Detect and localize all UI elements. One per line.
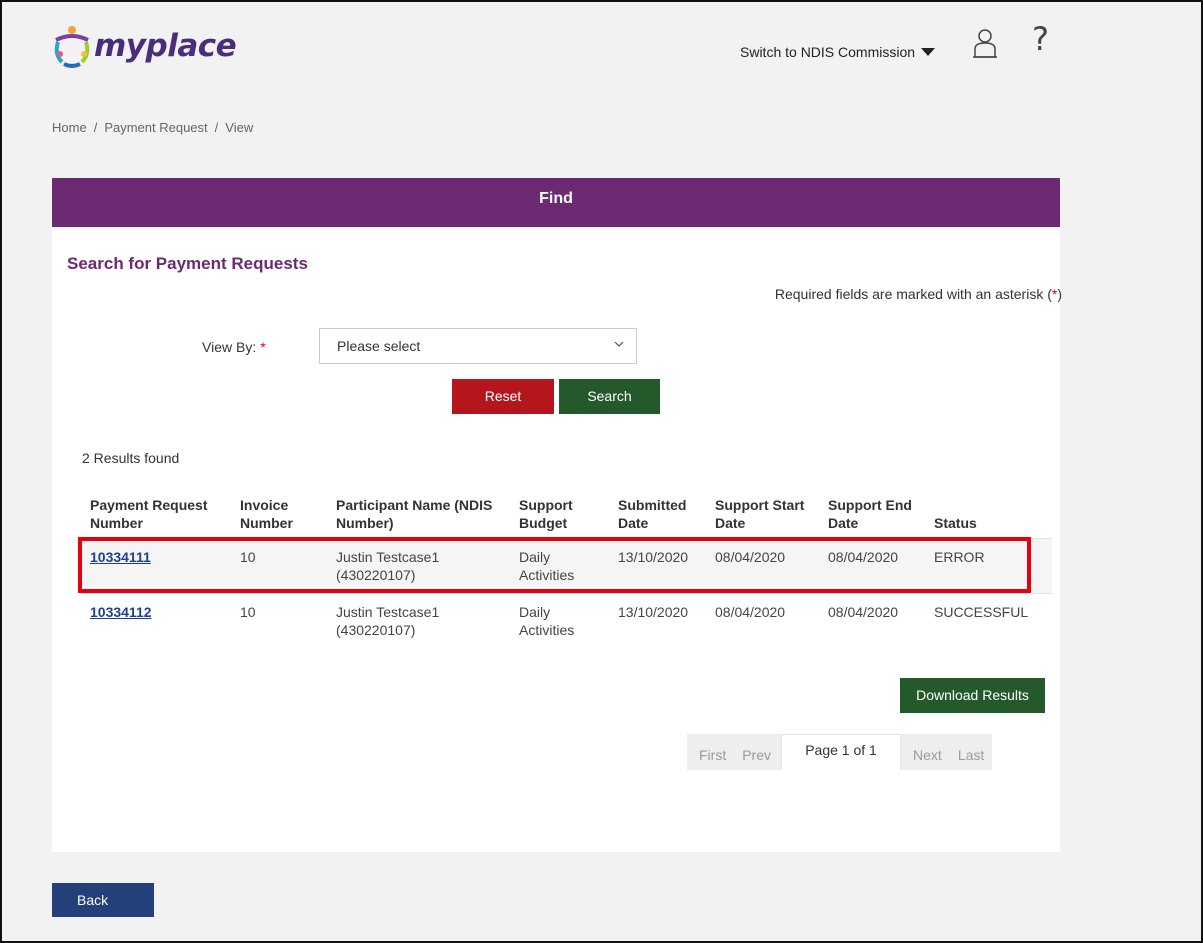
pager-page-indicator: Page 1 of 1	[781, 734, 902, 770]
view-by-value: Please select	[337, 338, 421, 354]
site-header: myplace Switch to NDIS Commission ?	[2, 2, 1201, 78]
section-title: Search for Payment Requests	[67, 254, 308, 273]
col-participant-name: Participant Name (NDIS Number)	[336, 497, 493, 531]
col-submitted-date: Submitted Date	[618, 497, 687, 531]
submitted-date-cell: 13/10/2020	[610, 538, 707, 594]
view-by-label: View By: *	[202, 339, 266, 355]
invoice-number-cell: 10	[240, 604, 256, 620]
pager-next[interactable]: Next	[901, 734, 950, 770]
col-status: Status	[934, 515, 977, 531]
status-cell: SUCCESSFUL	[934, 604, 1029, 620]
start-date-cell: 08/04/2020	[707, 538, 820, 594]
back-button[interactable]: Back	[52, 883, 154, 917]
breadcrumb-separator: /	[214, 120, 219, 135]
breadcrumb-payment-request[interactable]: Payment Request	[104, 120, 207, 135]
breadcrumb-separator: /	[93, 120, 98, 135]
myplace-logo[interactable]: myplace	[52, 24, 237, 68]
end-date-cell: 08/04/2020	[828, 604, 899, 620]
logo-mark-icon	[54, 26, 90, 68]
submitted-date-cell: 13/10/2020	[618, 604, 689, 620]
payment-request-link[interactable]: 10334111	[90, 549, 151, 565]
switch-portal-dropdown[interactable]: Switch to NDIS Commission	[740, 44, 936, 60]
download-results-button[interactable]: Download Results	[900, 678, 1045, 713]
caret-down-icon	[921, 48, 936, 56]
user-icon[interactable]	[972, 27, 998, 59]
start-date-cell: 08/04/2020	[715, 604, 786, 620]
table-header-row: Payment Request Number Invoice Number Pa…	[82, 490, 1052, 539]
col-support-start-date: Support Start Date	[715, 497, 805, 531]
support-budget-cell: Daily Activities	[519, 604, 575, 638]
col-support-end-date: Support End Date	[828, 497, 912, 531]
breadcrumb: Home / Payment Request / View	[52, 120, 253, 135]
pager-prev[interactable]: Prev	[734, 734, 782, 770]
payment-request-link[interactable]: 10334112	[90, 604, 152, 620]
status-cell: ERROR	[926, 538, 1052, 594]
help-icon[interactable]: ?	[1032, 20, 1049, 58]
col-payment-request-number: Payment Request Number	[90, 497, 208, 531]
search-button[interactable]: Search	[559, 379, 660, 414]
reset-button[interactable]: Reset	[452, 379, 554, 414]
logo-text: myplace	[94, 28, 237, 64]
chevron-down-icon	[614, 341, 624, 347]
table-row: 10334111 10 Justin Testcase1 (430220107) …	[82, 538, 1052, 594]
panel-heading: Find	[52, 178, 1060, 227]
pager-last[interactable]: Last	[949, 734, 993, 770]
support-budget-cell: Daily Activities	[511, 538, 610, 594]
results-count: 2 Results found	[82, 450, 180, 466]
pager-first[interactable]: First	[687, 734, 735, 770]
breadcrumb-home[interactable]: Home	[52, 120, 87, 135]
required-asterisk: *	[260, 339, 266, 355]
col-invoice-number: Invoice Number	[240, 497, 293, 531]
switch-portal-label: Switch to NDIS Commission	[740, 44, 916, 60]
results-table: Payment Request Number Invoice Number Pa…	[82, 490, 1052, 648]
find-panel: Find Search for Payment Requests Require…	[52, 178, 1062, 852]
end-date-cell: 08/04/2020	[820, 538, 926, 594]
invoice-number-cell: 10	[232, 538, 328, 594]
participant-cell: Justin Testcase1 (430220107)	[328, 538, 511, 594]
breadcrumb-current: View	[225, 120, 254, 135]
view-by-select[interactable]: Please select	[319, 328, 637, 364]
participant-cell: Justin Testcase1 (430220107)	[336, 604, 440, 638]
pagination: First Prev Page 1 of 1 Next Last	[687, 734, 993, 770]
col-support-budget: Support Budget	[519, 497, 573, 531]
required-fields-note: Required fields are marked with an aster…	[774, 286, 1062, 302]
table-row: 10334112 10 Justin Testcase1 (430220107) …	[82, 594, 1052, 649]
